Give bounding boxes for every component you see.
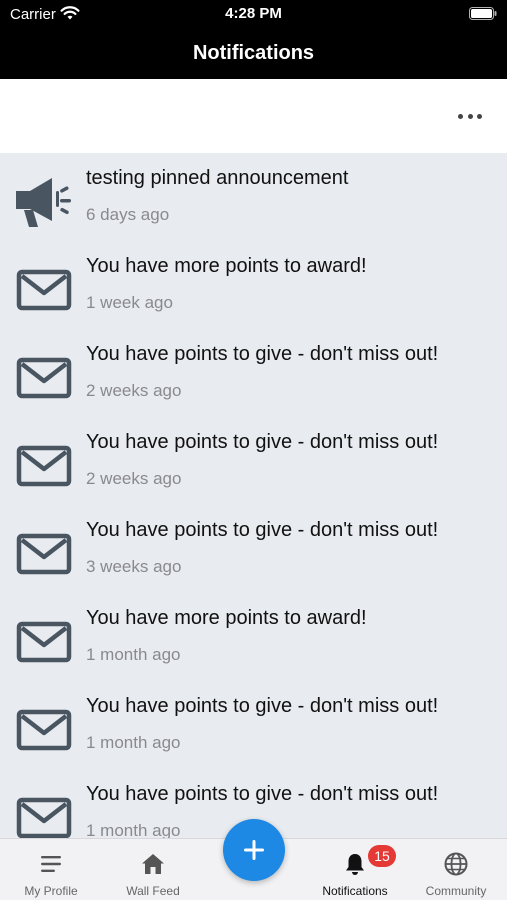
menu-icon bbox=[41, 856, 61, 872]
more-options-icon[interactable] bbox=[456, 108, 484, 124]
plus-icon bbox=[244, 840, 264, 860]
notification-item[interactable]: You have points to give - don't miss out… bbox=[0, 681, 507, 769]
envelope-icon bbox=[16, 269, 72, 311]
tab-notifications[interactable]: 15 Notifications bbox=[304, 839, 406, 900]
notification-title: You have points to give - don't miss out… bbox=[86, 519, 439, 541]
notification-time: 1 month ago bbox=[86, 821, 181, 838]
toolbar bbox=[0, 79, 507, 153]
notification-title: You have more points to award! bbox=[86, 255, 367, 277]
notification-title: You have points to give - don't miss out… bbox=[86, 695, 439, 717]
home-icon bbox=[142, 854, 164, 874]
notification-time: 1 month ago bbox=[86, 733, 181, 752]
envelope-icon bbox=[16, 445, 72, 487]
envelope-icon bbox=[16, 797, 72, 838]
envelope-icon bbox=[16, 621, 72, 663]
tab-label: My Profile bbox=[24, 884, 78, 898]
notification-title: You have points to give - don't miss out… bbox=[86, 343, 439, 365]
notification-item[interactable]: You have points to give - don't miss out… bbox=[0, 417, 507, 505]
notification-time: 1 week ago bbox=[86, 293, 173, 312]
notification-title: You have points to give - don't miss out… bbox=[86, 431, 439, 453]
notification-time: 2 weeks ago bbox=[86, 381, 182, 400]
create-post-button[interactable] bbox=[223, 819, 285, 881]
notification-title: testing pinned announcement bbox=[86, 167, 349, 189]
notification-title: You have points to give - don't miss out… bbox=[86, 783, 439, 805]
notification-time: 3 weeks ago bbox=[86, 557, 182, 576]
clock: 4:28 PM bbox=[225, 5, 282, 22]
envelope-icon bbox=[16, 357, 72, 399]
status-bar: Carrier 4:28 PM bbox=[0, 0, 507, 30]
megaphone-icon bbox=[16, 178, 71, 227]
tab-my-profile[interactable]: My Profile bbox=[0, 839, 102, 900]
bell-icon bbox=[346, 854, 364, 875]
globe-icon bbox=[444, 852, 468, 876]
notification-item[interactable]: You have points to give - don't miss out… bbox=[0, 329, 507, 417]
tab-label: Notifications bbox=[322, 884, 388, 898]
tab-label: Wall Feed bbox=[126, 884, 180, 898]
notification-time: 2 weeks ago bbox=[86, 469, 182, 488]
envelope-icon bbox=[16, 533, 72, 575]
nav-bar: Notifications bbox=[0, 30, 507, 79]
notification-count-badge: 15 bbox=[368, 845, 396, 867]
tab-community[interactable]: Community bbox=[405, 839, 507, 900]
notification-time: 1 month ago bbox=[86, 645, 181, 664]
notification-time: 6 days ago bbox=[86, 205, 170, 224]
page-title: Notifications bbox=[192, 42, 315, 64]
battery-icon bbox=[469, 7, 497, 20]
envelope-icon bbox=[16, 709, 72, 751]
notification-item-announcement[interactable]: testing pinned announcement 6 days ago bbox=[0, 153, 507, 241]
notification-item[interactable]: You have more points to award! 1 month a… bbox=[0, 593, 507, 681]
tab-label: Community bbox=[425, 884, 487, 898]
notification-title: You have more points to award! bbox=[86, 607, 367, 629]
notification-item[interactable]: You have more points to award! 1 week ag… bbox=[0, 241, 507, 329]
notification-item[interactable]: You have points to give - don't miss out… bbox=[0, 505, 507, 593]
notification-list[interactable]: testing pinned announcement 6 days ago Y… bbox=[0, 153, 507, 838]
tab-wall-feed[interactable]: Wall Feed bbox=[102, 839, 204, 900]
